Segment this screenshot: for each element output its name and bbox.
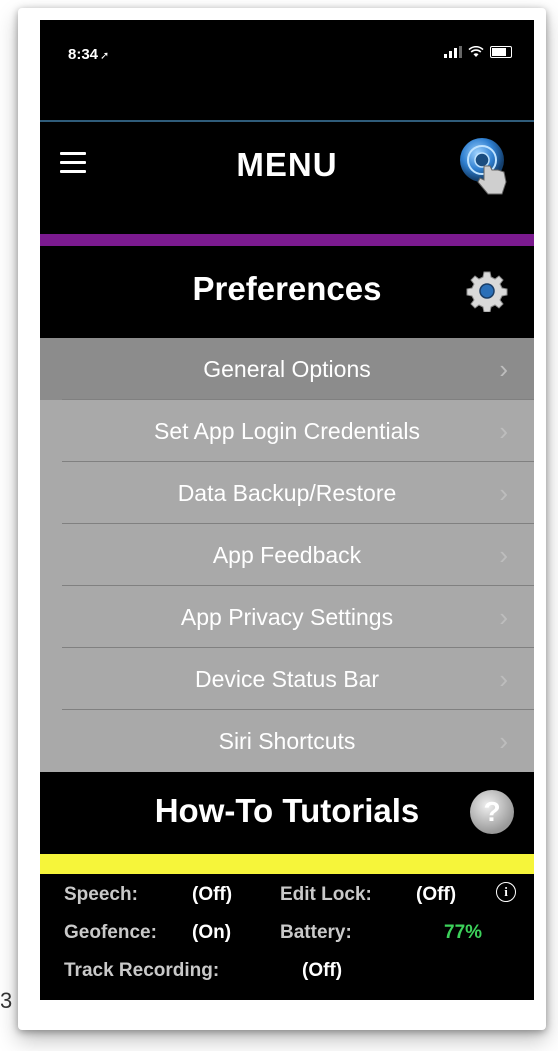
preferences-list: General Options › Set App Login Credenti…	[40, 338, 534, 772]
system-icons	[444, 46, 512, 58]
wifi-icon	[468, 46, 484, 57]
speech-label: Speech:	[64, 884, 138, 905]
menu-item-label: App Feedback	[212, 541, 362, 568]
location-arrow-icon: ➚	[100, 50, 110, 62]
chevron-right-icon: ›	[499, 416, 508, 446]
menu-item-label: Data Backup/Restore	[177, 479, 397, 506]
chevron-right-icon: ›	[499, 602, 508, 632]
status-time: 8:34 ➚	[68, 46, 109, 63]
status-bar: 8:34 ➚	[40, 20, 534, 110]
preferences-header: Preferences	[40, 246, 534, 338]
yellow-divider	[40, 854, 534, 874]
status-footer: Speech: (Off) Edit Lock: (Off) i Geofenc…	[40, 874, 534, 1000]
menu-item-set-app-login-credentials[interactable]: Set App Login Credentials ›	[40, 400, 534, 462]
menu-item-device-status-bar[interactable]: Device Status Bar ›	[40, 648, 534, 710]
geofence-value: (On)	[192, 922, 232, 943]
purple-divider	[40, 234, 534, 246]
menu-item-data-backup-restore[interactable]: Data Backup/Restore ›	[40, 462, 534, 524]
chevron-right-icon: ›	[499, 726, 508, 756]
edit-lock-label: Edit Lock:	[280, 884, 372, 905]
battery-icon	[490, 46, 512, 58]
app-header: MENU	[40, 120, 534, 212]
menu-item-label: Device Status Bar	[194, 665, 380, 692]
menu-item-label: Siri Shortcuts	[218, 727, 356, 754]
touch-help-icon[interactable]	[458, 136, 510, 196]
help-icon[interactable]: ?	[470, 790, 514, 834]
menu-item-label: General Options	[203, 355, 371, 382]
menu-item-general-options[interactable]: General Options ›	[40, 338, 534, 400]
edit-lock-value: (Off)	[416, 884, 457, 905]
menu-item-label: App Privacy Settings	[180, 603, 394, 630]
track-recording-value: (Off)	[302, 960, 343, 981]
header-strip	[40, 210, 534, 234]
howto-title: How-To Tutorials	[154, 792, 420, 829]
battery-value: 77%	[444, 922, 483, 943]
preferences-title: Preferences	[192, 270, 382, 307]
menu-item-app-feedback[interactable]: App Feedback ›	[40, 524, 534, 586]
status-time-text: 8:34	[68, 46, 99, 63]
info-icon[interactable]: i	[496, 882, 516, 902]
geofence-label: Geofence:	[64, 922, 157, 943]
speech-value: (Off)	[192, 884, 233, 905]
chevron-right-icon: ›	[499, 478, 508, 508]
menu-item-app-privacy-settings[interactable]: App Privacy Settings ›	[40, 586, 534, 648]
chevron-right-icon: ›	[499, 354, 508, 384]
track-recording-label: Track Recording:	[64, 960, 220, 981]
chevron-right-icon: ›	[499, 540, 508, 570]
howto-tutorials-row[interactable]: How-To Tutorials ?	[40, 772, 534, 854]
signal-icon	[444, 46, 462, 58]
chevron-right-icon: ›	[499, 664, 508, 694]
stray-character: 3	[0, 988, 13, 1013]
menu-item-siri-shortcuts[interactable]: Siri Shortcuts ›	[40, 710, 534, 772]
battery-label: Battery:	[280, 922, 352, 943]
phone-screen: 8:34 ➚ MENU Preferences General Options …	[40, 20, 534, 1000]
menu-item-label: Set App Login Credentials	[154, 417, 420, 444]
gear-icon	[466, 271, 508, 312]
